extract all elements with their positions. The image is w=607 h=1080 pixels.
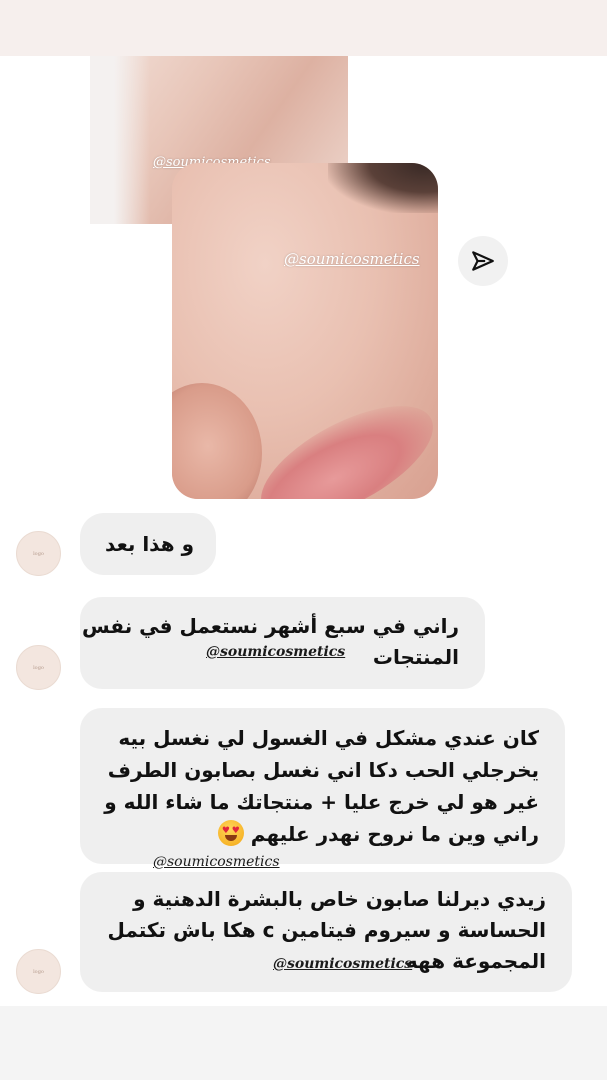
- message-line: غير هو لي خرج عليا + منتجاتك ما شاء الله…: [104, 790, 539, 814]
- message-text: و هذا بعد: [105, 532, 194, 556]
- after-photo: [172, 163, 438, 499]
- message-line: راني وين ما نروح نهدر عليهم: [250, 822, 539, 846]
- heart-eyes-emoji-icon: ♥ ♥: [217, 820, 244, 846]
- message-line: زيدي ديرلنا صابون خاص بالبشرة الدهنية و: [133, 887, 546, 911]
- message-line-with-emoji: راني وين ما نروح نهدر عليهم ♥ ♥: [104, 818, 539, 850]
- message-line: الحساسة و سيروم فيتامين c هكا باش تكتمل: [107, 918, 547, 942]
- share-button[interactable]: [458, 236, 508, 286]
- bubble-watermark: @soumicosmetics: [206, 644, 346, 660]
- message-bubble[interactable]: كان عندي مشكل في الغسول لي نغسل بيه يخرج…: [80, 708, 565, 864]
- avatar[interactable]: logo: [16, 645, 61, 690]
- avatar-logo-icon: logo: [33, 664, 44, 671]
- message-bubble[interactable]: و هذا بعد: [80, 513, 216, 575]
- message-line: كان عندي مشكل في الغسول لي نغسل بيه: [118, 726, 539, 750]
- avatar[interactable]: logo: [16, 531, 61, 576]
- avatar[interactable]: logo: [16, 949, 61, 994]
- avatar-logo-icon: logo: [33, 968, 44, 975]
- avatar-logo-icon: logo: [33, 550, 44, 557]
- message-line: راني في سبع أشهر نستعمل في نفس: [82, 614, 459, 638]
- bubble-watermark: @soumicosmetics: [273, 956, 413, 972]
- message-bubble[interactable]: راني في سبع أشهر نستعمل في نفس المنتجات …: [80, 597, 485, 689]
- message-line: يخرجلي الحب دكا اني نغسل بصابون الطرف: [107, 758, 539, 782]
- photo-watermark: @soumicosmetics: [284, 250, 420, 268]
- story-top-band: [0, 0, 607, 56]
- message-bubble[interactable]: زيدي ديرلنا صابون خاص بالبشرة الدهنية و …: [80, 872, 572, 992]
- story-bottom-band: [0, 1006, 607, 1080]
- bubble-watermark: @soumicosmetics: [153, 854, 280, 870]
- paper-plane-icon: [472, 251, 494, 271]
